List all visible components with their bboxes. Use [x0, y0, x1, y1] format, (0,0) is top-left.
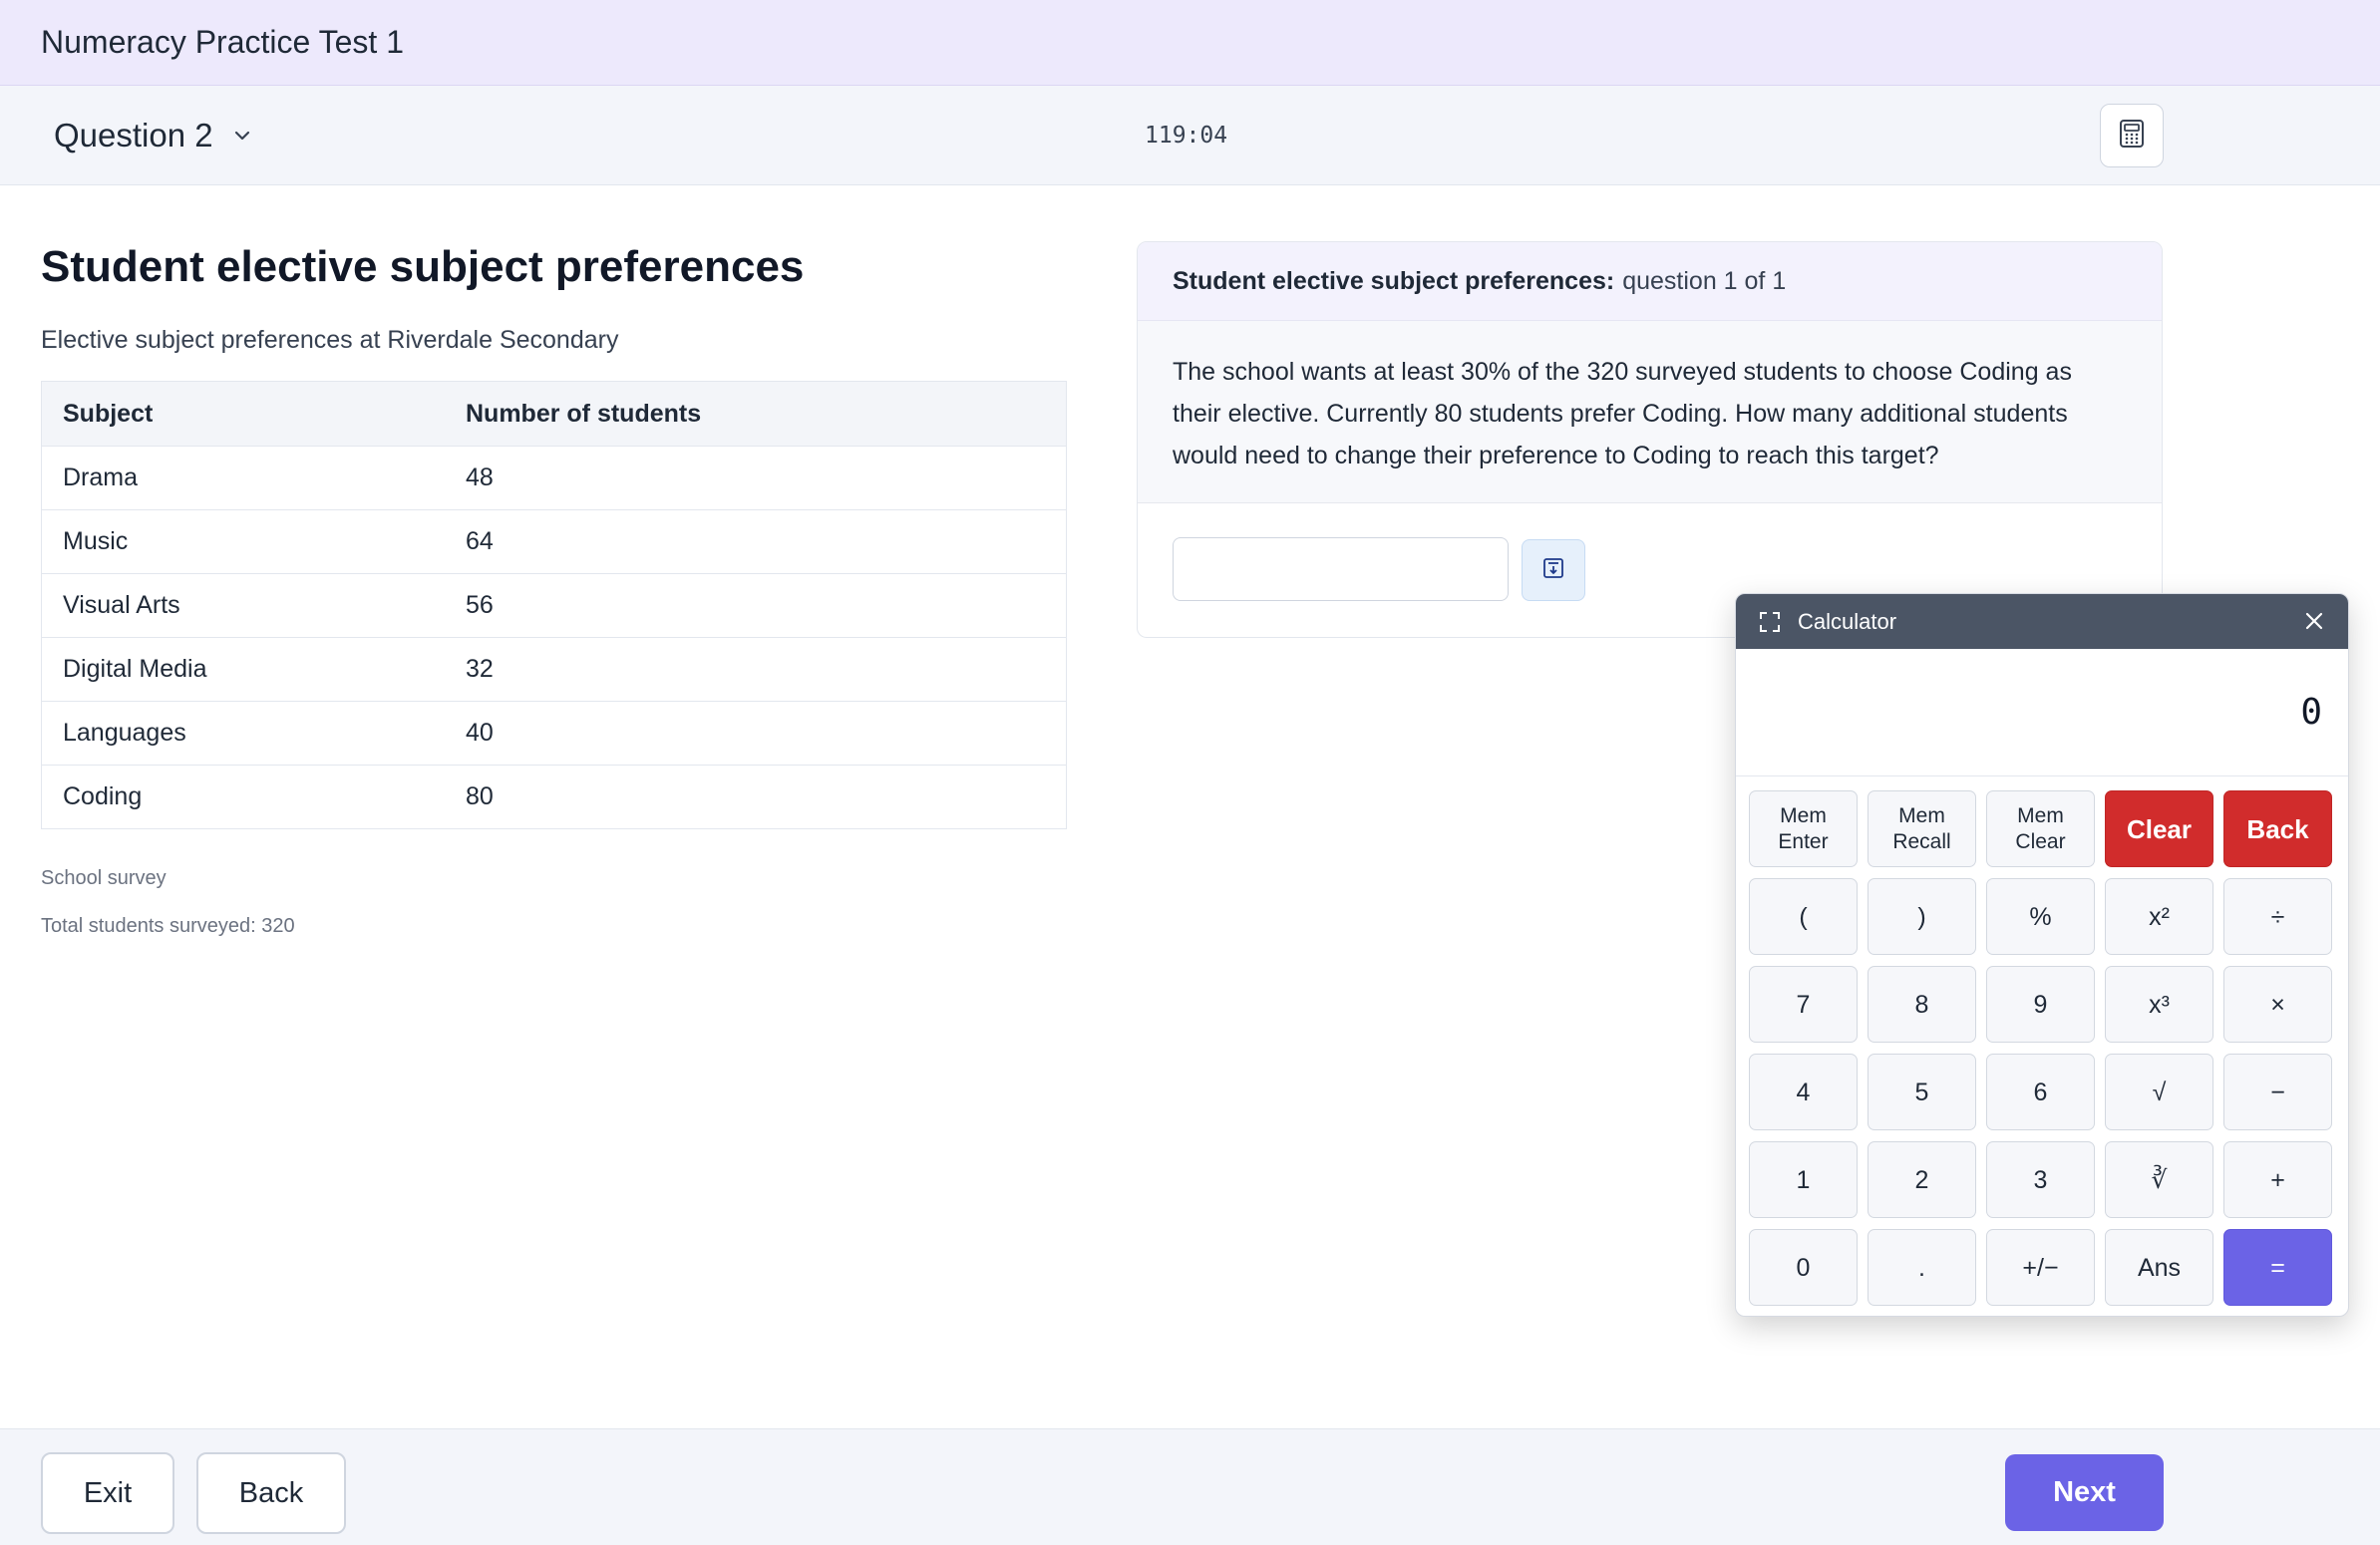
timer: 119:04 [1145, 123, 1228, 149]
key-divide[interactable]: ÷ [2223, 878, 2332, 955]
chevron-down-icon [231, 125, 253, 147]
key-multiply[interactable]: × [2223, 966, 2332, 1043]
table-row: Music 64 [42, 509, 1066, 573]
key-9[interactable]: 9 [1986, 966, 2095, 1043]
key-8[interactable]: 8 [1868, 966, 1976, 1043]
table-row: Digital Media 32 [42, 637, 1066, 701]
insert-answer-icon [1541, 556, 1565, 585]
question-panel: Student elective subject preferences: qu… [1137, 241, 2163, 638]
key-mem-clear[interactable]: Mem Clear [1986, 790, 2095, 867]
table-header-row: Subject Number of students [42, 382, 1066, 446]
key-label: Mem Enter [1778, 803, 1829, 853]
key-equals[interactable]: = [2223, 1229, 2332, 1306]
stimulus-heading: Student elective subject preferences [41, 242, 805, 291]
calculator-header[interactable]: Calculator [1736, 594, 2348, 649]
question-header: Student elective subject preferences: qu… [1138, 242, 2162, 321]
key-cube-root[interactable]: ∛ [2105, 1141, 2213, 1218]
question-text: The school wants at least 30% of the 320… [1138, 321, 2162, 503]
key-5[interactable]: 5 [1868, 1054, 1976, 1130]
key-percent[interactable]: % [1986, 878, 2095, 955]
key-3[interactable]: 3 [1986, 1141, 2095, 1218]
key-subtract[interactable]: − [2223, 1054, 2332, 1130]
key-4[interactable]: 4 [1749, 1054, 1858, 1130]
key-decimal[interactable]: . [1868, 1229, 1976, 1306]
key-label: Mem Recall [1892, 803, 1951, 853]
key-back[interactable]: Back [2223, 790, 2332, 867]
subject-cell: Digital Media [63, 655, 207, 683]
question-header-count: question 1 of 1 [1622, 266, 1787, 295]
count-cell: 40 [466, 719, 494, 747]
calculator-toggle-button[interactable] [2100, 104, 2164, 167]
question-selector[interactable]: Question 2 [54, 86, 253, 185]
column-header-number: Number of students [466, 399, 702, 428]
key-mem-enter[interactable]: Mem Enter [1749, 790, 1858, 867]
key-close-paren[interactable]: ) [1868, 878, 1976, 955]
key-open-paren[interactable]: ( [1749, 878, 1858, 955]
calculator-icon [2118, 119, 2146, 154]
key-square-root[interactable]: √ [2105, 1054, 2213, 1130]
key-0[interactable]: 0 [1749, 1229, 1858, 1306]
answer-input[interactable] [1173, 537, 1509, 601]
subject-cell: Languages [63, 719, 186, 747]
key-7[interactable]: 7 [1749, 966, 1858, 1043]
count-cell: 56 [466, 591, 494, 619]
key-add[interactable]: + [2223, 1141, 2332, 1218]
app-title: Numeracy Practice Test 1 [41, 24, 404, 60]
calculator-display: 0 [1736, 649, 2348, 776]
total-note: Total students surveyed: 320 [41, 915, 295, 937]
data-table: Subject Number of students Drama 48 Musi… [41, 381, 1067, 829]
subject-cell: Coding [63, 782, 143, 810]
key-6[interactable]: 6 [1986, 1054, 2095, 1130]
question-label: Question 2 [54, 117, 213, 154]
count-cell: 48 [466, 464, 494, 491]
column-header-subject: Subject [63, 399, 154, 428]
count-cell: 32 [466, 655, 494, 683]
expand-icon[interactable] [1758, 610, 1782, 634]
key-1[interactable]: 1 [1749, 1141, 1858, 1218]
subject-cell: Drama [63, 464, 139, 491]
footer-bar: Exit Back Next [0, 1428, 2380, 1545]
table-row: Visual Arts 56 [42, 573, 1066, 637]
question-bar: Question 2 119:04 [0, 86, 2380, 185]
table-row: Drama 48 [42, 446, 1066, 509]
key-label: Mem Clear [2015, 803, 2066, 853]
key-clear[interactable]: Clear [2105, 790, 2213, 867]
exit-button[interactable]: Exit [41, 1452, 174, 1534]
source-note: School survey [41, 867, 167, 889]
key-cube[interactable]: x³ [2105, 966, 2213, 1043]
count-cell: 64 [466, 527, 494, 555]
stimulus-subheading: Elective subject preferences at Riverdal… [41, 326, 619, 354]
subject-cell: Music [63, 527, 129, 555]
key-2[interactable]: 2 [1868, 1141, 1976, 1218]
key-ans[interactable]: Ans [2105, 1229, 2213, 1306]
question-header-title: Student elective subject preferences: [1173, 266, 1615, 295]
calculator-window: Calculator 0 Mem Enter Mem Recall Mem Cl… [1735, 593, 2349, 1317]
table-row: Coding 80 [42, 765, 1066, 828]
key-mem-recall[interactable]: Mem Recall [1868, 790, 1976, 867]
count-cell: 80 [466, 782, 494, 810]
title-bar: Numeracy Practice Test 1 [0, 0, 2380, 86]
key-negate[interactable]: +/− [1986, 1229, 2095, 1306]
next-button[interactable]: Next [2005, 1454, 2164, 1531]
subject-cell: Visual Arts [63, 591, 180, 619]
app-root: Numeracy Practice Test 1 Question 2 119:… [0, 0, 2380, 1545]
back-button[interactable]: Back [196, 1452, 346, 1534]
close-icon[interactable] [2302, 609, 2326, 633]
key-square[interactable]: x² [2105, 878, 2213, 955]
calculator-title: Calculator [1798, 608, 1897, 634]
calculator-keypad: Mem Enter Mem Recall Mem Clear Clear Bac… [1736, 776, 2348, 1306]
table-row: Languages 40 [42, 701, 1066, 765]
insert-answer-button[interactable] [1522, 539, 1585, 601]
